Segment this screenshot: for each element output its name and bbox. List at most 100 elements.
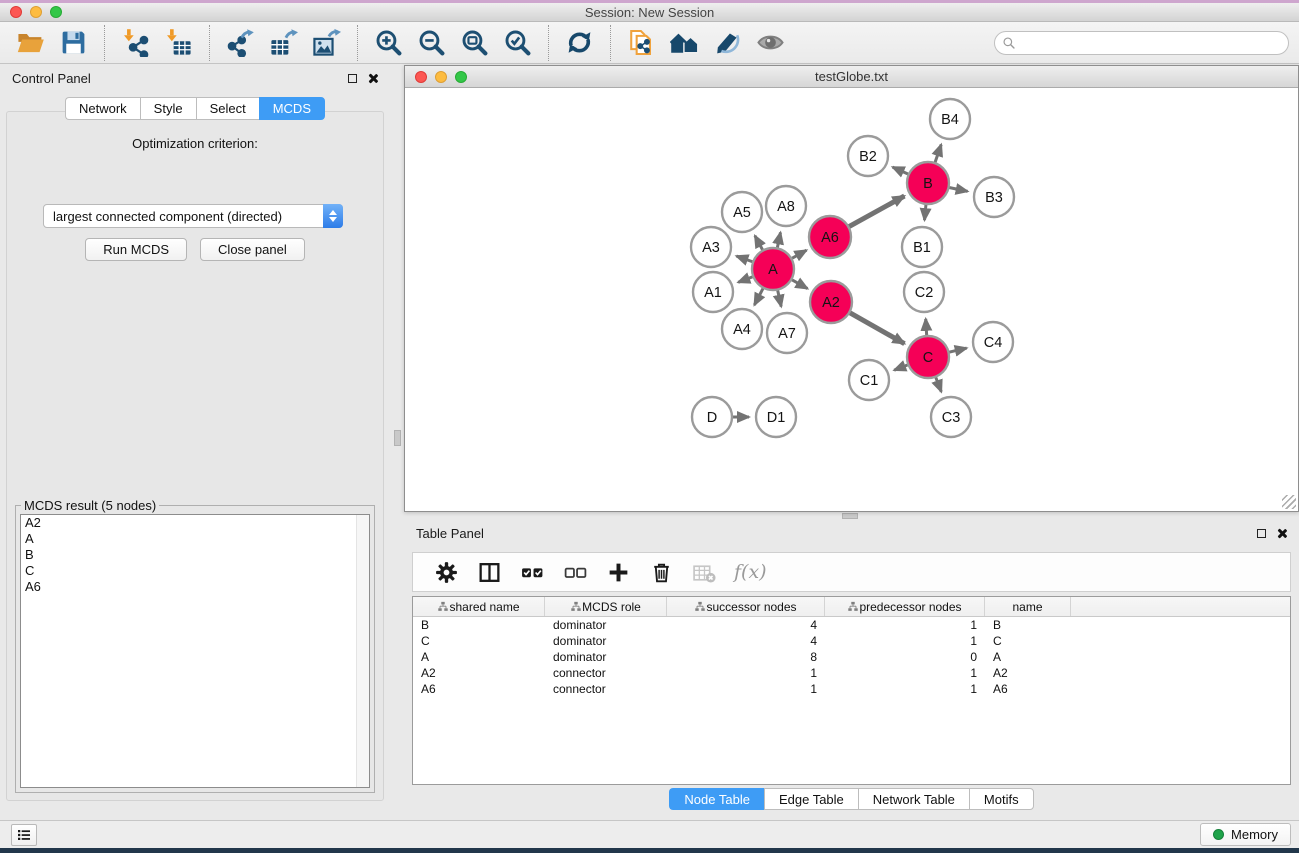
import-network-button[interactable] [121,28,150,57]
add-column-button[interactable] [606,560,631,585]
memory-button[interactable]: Memory [1200,823,1291,846]
table-settings-button[interactable] [434,560,459,585]
delete-column-button[interactable] [649,560,674,585]
show-graphics-button[interactable] [756,28,785,57]
table-cell: dominator [545,634,667,648]
toolbar-group [610,25,801,61]
node-C1[interactable]: C1 [849,360,889,400]
vertical-split-handle[interactable] [394,430,401,446]
main-toolbar [0,22,1299,64]
result-item[interactable]: A6 [21,579,369,595]
node-D[interactable]: D [692,397,732,437]
open-session-button[interactable] [16,28,45,57]
function-builder-button[interactable]: f(x) [734,561,767,583]
node-B4[interactable]: B4 [930,99,970,139]
zoom-out-button[interactable] [417,28,446,57]
tab-network-table[interactable]: Network Table [858,788,969,810]
column-header-MCDS-role[interactable]: MCDS role [545,597,667,616]
criterion-value: largest connected component (directed) [44,209,323,224]
deselect-all-button[interactable] [563,560,588,585]
import-table-button[interactable] [164,28,193,57]
table-close-panel-icon[interactable] [1276,528,1287,539]
column-header-predecessor-nodes[interactable]: predecessor nodes [825,597,985,616]
tab-select[interactable]: Select [196,97,259,120]
table-row[interactable]: Cdominator41C [413,633,1290,649]
node-C3[interactable]: C3 [931,397,971,437]
tab-style[interactable]: Style [140,97,196,120]
export-table-button[interactable] [269,28,298,57]
close-panel-icon[interactable] [367,73,378,84]
node-A3[interactable]: A3 [691,227,731,267]
result-item[interactable]: A [21,531,369,547]
network-from-file-button[interactable] [627,28,656,57]
column-label: predecessor nodes [859,600,961,614]
tab-motifs[interactable]: Motifs [969,788,1034,810]
search-input[interactable] [994,31,1289,55]
node-A1[interactable]: A1 [693,272,733,312]
tab-mcds[interactable]: MCDS [259,97,325,120]
node-A5[interactable]: A5 [722,192,762,232]
table-x-icon [692,560,717,585]
result-item[interactable]: B [21,547,369,563]
table-float-panel-icon[interactable] [1257,529,1266,538]
table-row[interactable]: Bdominator41B [413,617,1290,633]
column-header-shared-name[interactable]: shared name [413,597,545,616]
svg-text:C3: C3 [942,410,961,426]
table-row[interactable]: Adominator80A [413,649,1290,665]
node-C[interactable]: C [907,336,949,378]
tab-node-table[interactable]: Node Table [669,788,764,810]
column-header-successor-nodes[interactable]: successor nodes [667,597,825,616]
node-B[interactable]: B [907,162,949,204]
select-all-button[interactable] [520,560,545,585]
table-cell: A6 [985,682,1071,696]
node-A[interactable]: A [752,248,794,290]
export-image-button[interactable] [312,28,341,57]
edge-C-C3 [936,377,942,392]
node-A6[interactable]: A6 [809,216,851,258]
node-D1[interactable]: D1 [756,397,796,437]
criterion-select[interactable]: largest connected component (directed) [43,204,343,228]
toolbar-group [0,25,104,61]
close-panel-button[interactable]: Close panel [200,238,305,261]
table-row[interactable]: A2connector11A2 [413,665,1290,681]
tab-network[interactable]: Network [65,97,140,120]
node-C4[interactable]: C4 [973,322,1013,362]
hide-annotations-button[interactable] [713,28,742,57]
node-B3[interactable]: B3 [974,177,1014,217]
svg-text:A8: A8 [777,199,795,215]
node-B1[interactable]: B1 [902,227,942,267]
horizontal-split-handle[interactable] [842,513,858,519]
node-A7[interactable]: A7 [767,313,807,353]
zoom-in-button[interactable] [374,28,403,57]
node-A8[interactable]: A8 [766,186,806,226]
file-network-icon [627,28,656,57]
edge-A-A6 [791,250,806,259]
edge-C-C2 [926,319,927,336]
show-columns-button[interactable] [477,560,502,585]
zoom-selected-button[interactable] [503,28,532,57]
node-B2[interactable]: B2 [848,136,888,176]
edge-B-B1 [925,204,927,220]
save-session-button[interactable] [59,28,88,57]
network-canvas[interactable]: B4 B2 B B3 A5 A8 A6 A3 B1 A A1 C2 A2 A4A7 C C4 C1 C3 D D1 [405,88,1298,511]
result-scrollbar[interactable] [356,515,369,787]
node-A2[interactable]: A2 [810,281,852,323]
run-mcds-button[interactable]: Run MCDS [85,238,187,261]
home-button[interactable] [670,28,699,57]
column-type-icon [847,601,859,613]
task-history-button[interactable] [11,824,37,846]
tab-edge-table[interactable]: Edge Table [764,788,858,810]
zoom-fit-button[interactable] [460,28,489,57]
column-header-name[interactable]: name [985,597,1071,616]
float-panel-icon[interactable] [348,74,357,83]
export-network-button[interactable] [226,28,255,57]
node-C2[interactable]: C2 [904,272,944,312]
result-item[interactable]: C [21,563,369,579]
refresh-button[interactable] [565,28,594,57]
eye-icon [756,28,785,57]
window-resize-grip[interactable] [1282,495,1296,509]
node-A4[interactable]: A4 [722,309,762,349]
result-item[interactable]: A2 [21,515,369,531]
table-row[interactable]: A6connector11A6 [413,681,1290,697]
edge-A-A4 [754,288,763,305]
